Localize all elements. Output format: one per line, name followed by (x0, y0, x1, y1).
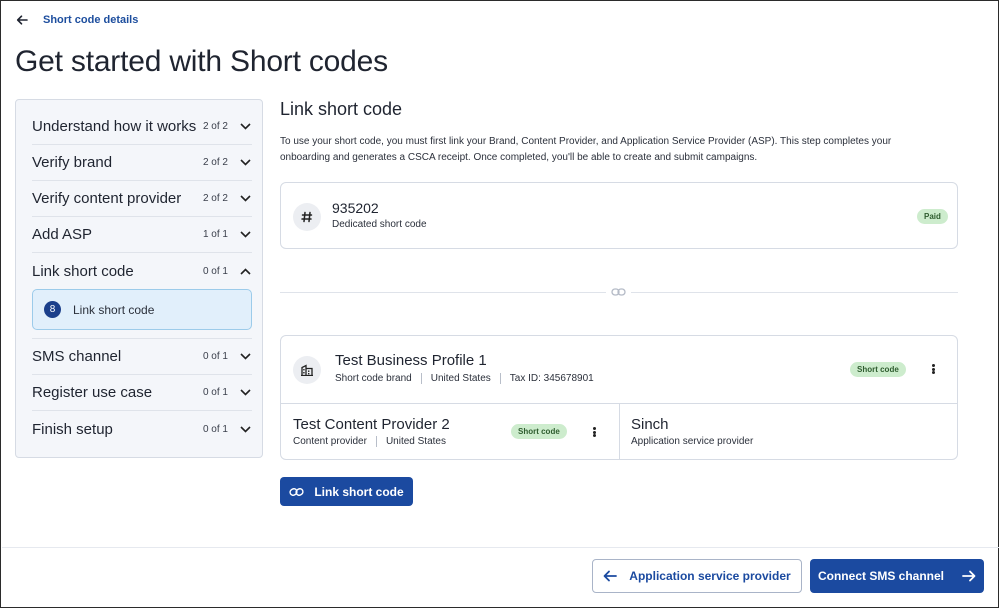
sidebar-step-link-short-code[interactable]: Link short code 0 of 1 (32, 253, 252, 289)
brand-tax-id: Tax ID: 345678901 (509, 373, 594, 384)
chevron-down-icon[interactable] (238, 350, 252, 364)
brand-name: Test Business Profile 1 (335, 352, 487, 369)
brand-country: United States (430, 373, 491, 384)
footer-divider (2, 547, 999, 548)
chevron-down-icon[interactable] (238, 192, 252, 206)
sidebar-step-understand[interactable]: Understand how it works 2 of 2 (32, 109, 252, 145)
main-content: Link short code To use your short code, … (280, 99, 960, 166)
sidebar-step-sms-channel[interactable]: SMS channel 0 of 1 (32, 339, 252, 375)
hash-icon (293, 203, 321, 231)
short-code-number: 935202 (332, 200, 379, 216)
back-to-asp-button[interactable]: Application service provider (592, 559, 802, 593)
page-title: Get started with Short codes (15, 45, 388, 78)
chevron-down-icon[interactable] (238, 120, 252, 134)
asp-name: Sinch (631, 416, 669, 433)
meta-separator (499, 373, 501, 384)
meta-separator (420, 373, 422, 384)
sidebar-step-verify-brand[interactable]: Verify brand 2 of 2 (32, 145, 252, 181)
sub-step-label: Link short code (73, 302, 155, 317)
brand-type: Short code brand (335, 373, 412, 384)
content-provider-name: Test Content Provider 2 (293, 416, 450, 433)
step-title: Register use case (32, 384, 153, 401)
step-title: Understand how it works (32, 118, 197, 135)
link-short-code-label: Link short code (314, 484, 404, 499)
short-code-type: Dedicated short code (332, 219, 427, 230)
arrow-left-icon[interactable] (15, 13, 29, 27)
sidebar-step-verify-content-provider[interactable]: Verify content provider 2 of 2 (32, 181, 252, 217)
step-count: 0 of 1 (202, 265, 228, 277)
back-link[interactable]: Short code details (43, 14, 138, 26)
content-provider-meta: Content provider United States (293, 436, 450, 447)
brand-short-code-badge: Short code (850, 362, 906, 377)
chevron-down-icon[interactable] (238, 386, 252, 400)
steps-sidebar: Understand how it works 2 of 2 Verify br… (15, 99, 263, 458)
sidebar-step-link-short-code-group: Link short code 0 of 1 8 Link short code (32, 253, 252, 339)
step-count: 1 of 1 (202, 229, 228, 240)
app-frame: Short code details Get started with Shor… (0, 0, 999, 608)
arrow-left-icon (603, 570, 618, 582)
step-count: 2 of 2 (202, 121, 228, 132)
step-title: Verify content provider (32, 190, 182, 207)
more-vertical-icon[interactable] (589, 425, 599, 439)
step-title: Verify brand (32, 154, 113, 171)
step-title: SMS channel (32, 348, 122, 365)
step-count: 2 of 2 (202, 157, 228, 168)
sub-step-link-short-code[interactable]: 8 Link short code (32, 289, 252, 330)
step-count: 0 of 1 (202, 351, 228, 362)
next-button-label: Connect SMS channel (817, 569, 945, 583)
chevron-down-icon[interactable] (238, 422, 252, 436)
link-icon (289, 487, 304, 497)
card-column-divider (619, 404, 620, 459)
chevron-down-icon[interactable] (238, 228, 252, 242)
divider-left (280, 292, 606, 293)
content-provider-country: United States (385, 436, 446, 447)
step-count: 0 of 1 (202, 423, 228, 435)
step-title: Link short code (32, 262, 134, 280)
arrow-right-icon (962, 570, 976, 582)
step-title: Add ASP (32, 226, 93, 243)
connect-sms-channel-button[interactable]: Connect SMS channel (810, 559, 984, 593)
content-provider-type: Content provider (293, 436, 367, 447)
paid-badge: Paid (917, 209, 948, 224)
section-description: To use your short code, you must first l… (280, 136, 892, 163)
meta-separator (375, 436, 377, 447)
more-vertical-icon[interactable] (928, 362, 938, 376)
brand-meta: Short code brand United States Tax ID: 3… (335, 373, 594, 384)
asp-type: Application service provider (631, 436, 754, 447)
topbar: Short code details (15, 11, 138, 29)
building-icon (293, 356, 321, 384)
step-title: Finish setup (32, 420, 113, 438)
chevron-up-icon[interactable] (238, 264, 252, 278)
back-button-label: Application service provider (629, 569, 791, 583)
sidebar-step-add-asp[interactable]: Add ASP 1 of 1 (32, 217, 252, 253)
chevron-down-icon[interactable] (238, 156, 252, 170)
divider-right (631, 292, 958, 293)
section-title: Link short code (280, 99, 403, 119)
link-icon (610, 285, 626, 299)
sidebar-step-register-use-case[interactable]: Register use case 0 of 1 (32, 375, 252, 411)
content-provider-short-code-badge: Short code (511, 424, 567, 439)
step-count: 0 of 1 (202, 387, 228, 398)
link-short-code-button[interactable]: Link short code (280, 477, 413, 506)
step-count: 2 of 2 (202, 193, 228, 204)
step-number-badge: 8 (44, 301, 61, 318)
linked-entities-card: Test Business Profile 1 Short code brand… (280, 335, 958, 460)
short-code-card: 935202 Dedicated short code Paid (280, 182, 958, 249)
sidebar-step-finish-setup[interactable]: Finish setup 0 of 1 (32, 411, 252, 447)
